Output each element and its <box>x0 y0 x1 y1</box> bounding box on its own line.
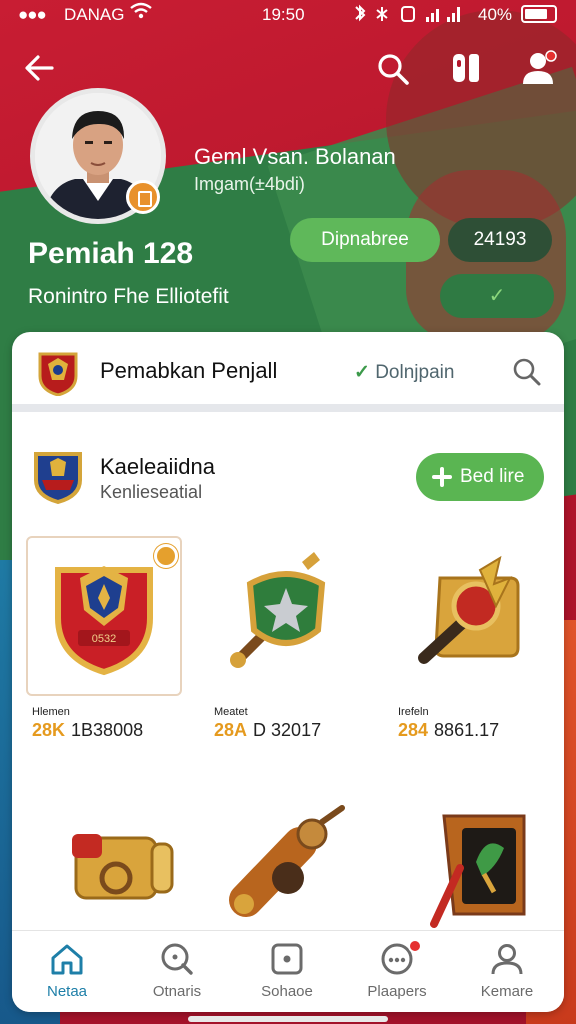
category-title: Kaeleaiidna <box>100 454 215 479</box>
item-card[interactable] <box>208 792 364 922</box>
account-icon[interactable] <box>520 48 560 88</box>
nav-item-search[interactable]: Otnaris <box>122 931 232 1012</box>
status-icons <box>352 4 462 29</box>
signal-dots: ●●● <box>18 5 47 24</box>
bottom-navigation: Netaa Otnaris Sohaoe Plaapers Kemare <box>12 930 564 1012</box>
item-label: Meatet <box>214 706 248 718</box>
filter-icon[interactable] <box>450 50 484 86</box>
shop-card: Pemabkan Penjall ✓ Dolnjpain Kaeleaiidna… <box>12 332 564 1012</box>
square-icon <box>269 941 305 977</box>
profile-name: Geml Vsan. Bolanan <box>194 144 396 169</box>
bronze-cannon-icon <box>226 804 346 934</box>
svg-text:0532: 0532 <box>92 633 116 645</box>
card-header: Pemabkan Penjall ✓ Dolnjpain <box>12 332 564 412</box>
card-title: Pemabkan Penjall <box>100 358 278 383</box>
status-bar: ●●● DANAG 19:50 40% <box>0 0 576 30</box>
wifi-icon <box>130 2 152 25</box>
category-emblem-icon <box>32 450 84 505</box>
nav-label: Otnaris <box>152 983 202 1000</box>
home-indicator <box>188 1016 388 1022</box>
club-emblem-icon <box>36 350 80 397</box>
nav-item-square[interactable]: Sohaoe <box>232 931 342 1012</box>
card-link[interactable]: ✓ Dolnjpain <box>354 361 454 384</box>
item-card[interactable] <box>42 792 198 922</box>
nav-label: Kemare <box>480 983 534 1000</box>
back-arrow-icon[interactable] <box>22 50 58 86</box>
item-card[interactable] <box>396 792 552 928</box>
dark-banner-icon <box>414 804 534 934</box>
category-subtitle: Kenlieseatial <box>100 482 203 502</box>
primary-action-button[interactable]: Dipnabree <box>290 218 440 262</box>
nav-label: Sohaoe <box>261 983 313 1000</box>
nav-item-profile[interactable]: Kemare <box>452 931 562 1012</box>
score-pill[interactable]: 24193 <box>448 218 552 262</box>
add-item-label: Bed lire <box>460 466 525 487</box>
nav-item-home[interactable]: Netaa <box>12 931 122 1012</box>
home-icon <box>49 941 85 977</box>
item-price: 28A D 32017 <box>214 720 322 740</box>
battery-icon <box>521 5 557 23</box>
clock: 19:50 <box>262 5 305 24</box>
battery-percent: 40% <box>478 5 513 24</box>
person-icon <box>489 941 525 977</box>
item-card[interactable]: 0532 Hlemen 28K 1B38008 <box>26 536 182 746</box>
item-price: 284 8861.17 <box>398 720 500 740</box>
golden-hammer-icon <box>410 548 530 678</box>
item-price: 28K 1B38008 <box>32 720 144 740</box>
notification-dot-icon <box>408 939 422 953</box>
card-search-icon[interactable] <box>512 357 542 387</box>
item-card[interactable]: Meatet 28A D 32017 <box>208 536 364 746</box>
verified-check-button[interactable]: ✓ <box>440 274 554 318</box>
nav-label: Netaa <box>46 983 88 1000</box>
carrier-name: DANAG <box>64 5 125 24</box>
profile-handle: Imgam(±4bdi) <box>194 174 305 194</box>
add-item-button[interactable]: Bed lire <box>416 453 544 501</box>
item-card[interactable]: Irefeln 284 8861.17 <box>392 536 548 746</box>
level-badge-icon <box>126 180 160 214</box>
item-label: Irefeln <box>398 706 429 718</box>
nav-item-chat[interactable]: Plaapers <box>342 931 452 1012</box>
rank-subtitle: Ronintro Fhe Elliotefit <box>28 285 229 308</box>
red-shield-icon: 0532 <box>44 548 164 678</box>
rank-title: Pemiah 128 <box>28 237 194 270</box>
item-label: Hlemen <box>32 706 70 718</box>
plus-icon <box>432 467 452 487</box>
link-text: Dolnjpain <box>375 362 455 383</box>
green-shield-icon <box>226 548 346 678</box>
search-icon[interactable] <box>376 52 410 86</box>
search-icon <box>159 941 195 977</box>
link-check-icon: ✓ <box>354 362 370 383</box>
golden-scroll-icon <box>60 804 180 934</box>
nav-label: Plaapers <box>367 983 427 1000</box>
